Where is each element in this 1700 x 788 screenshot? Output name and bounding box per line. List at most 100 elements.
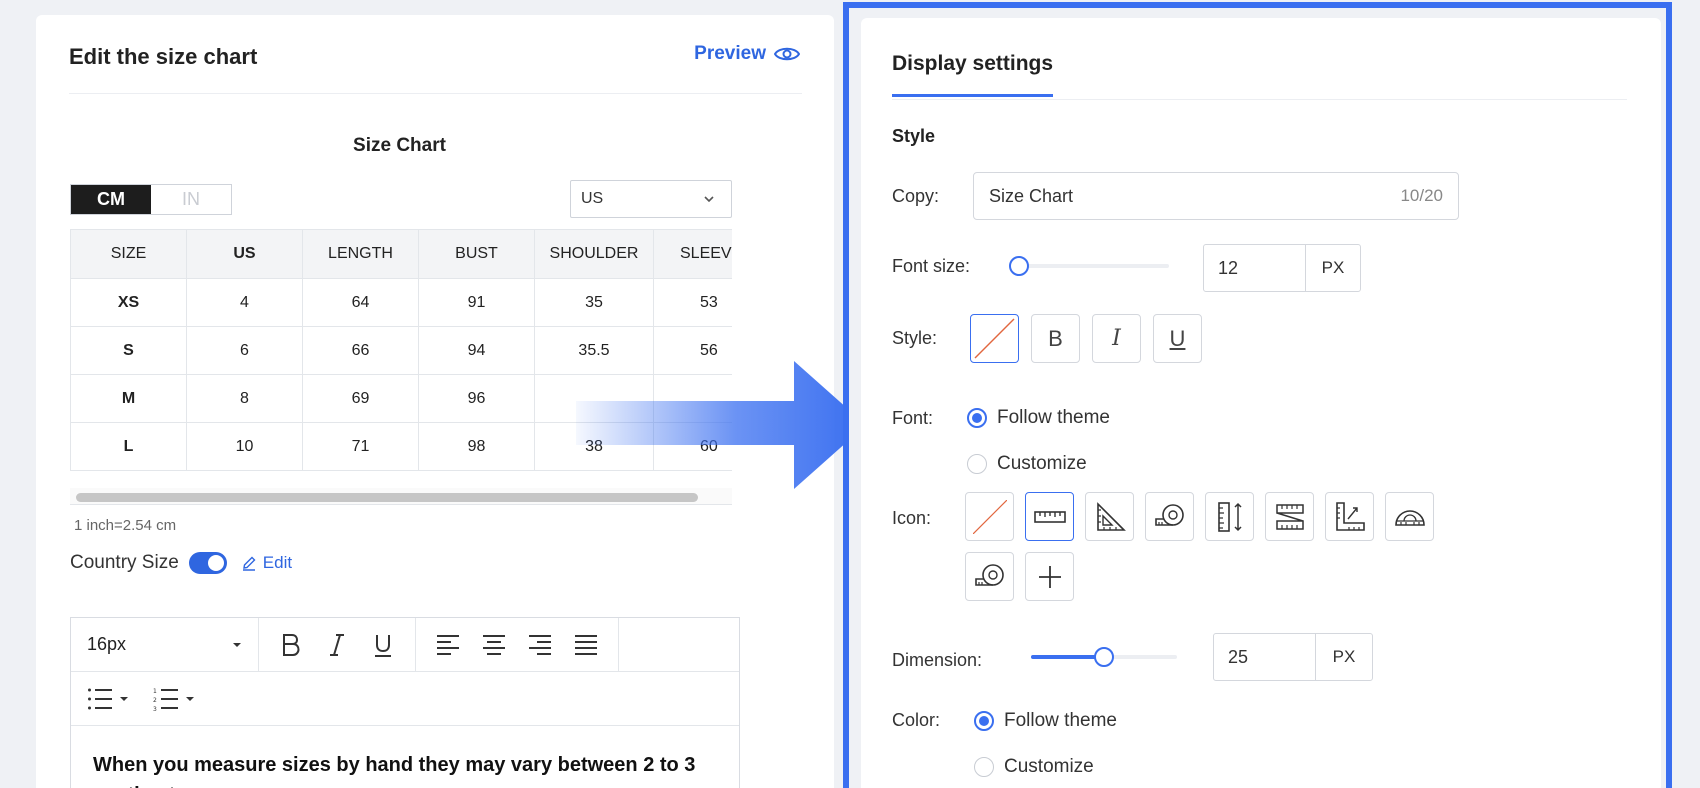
editor-content[interactable]: When you measure sizes by hand they may … [71,726,739,788]
font-size-slider-thumb[interactable] [1009,256,1029,276]
size-chart-editor-panel: Edit the size chart Preview Size Chart C… [36,15,866,788]
bullet-list-button[interactable] [87,687,129,711]
align-left-icon [437,634,459,655]
icon-option-vertical-ruler[interactable] [1205,492,1254,541]
protractor-icon [1394,509,1425,526]
ruler-icon [1033,510,1066,523]
underline-button[interactable] [365,627,401,663]
font-follow-theme-option[interactable]: Follow theme [967,407,1110,429]
table-cell: 96 [418,374,535,423]
icon-option-tape-measure[interactable] [1145,492,1194,541]
table-horizontal-scrollbar[interactable] [76,493,698,502]
icon-option-square-ruler[interactable] [1325,492,1374,541]
table-cell: 10 [186,422,303,471]
font-label: Font: [892,408,934,428]
icon-option-measure-tape-strip[interactable] [1265,492,1314,541]
style-italic-button[interactable]: I [1092,314,1141,363]
size-chart-title: Size Chart [353,135,446,156]
tape-reel-icon [974,563,1004,586]
font-size-input[interactable]: 12 PX [1203,244,1361,292]
underline-icon [375,634,391,657]
add-icon-button[interactable] [1025,552,1074,601]
icon-option-tape-reel[interactable] [965,552,1014,601]
icon-option-ruler[interactable] [1025,492,1074,541]
country-size-toggle[interactable] [188,552,227,574]
icon-option-protractor[interactable] [1385,492,1434,541]
table-cell: 71 [302,422,419,471]
table-cell: S [70,326,187,375]
page-title: Edit the size chart [69,44,258,69]
copy-input[interactable]: Size Chart 10/20 [973,172,1459,220]
copy-char-counter: 10/20 [1400,186,1443,205]
edit-label: Edit [262,553,293,572]
svg-text:1: 1 [153,688,157,695]
display-settings-highlight: Display settings Style Copy: Size Chart … [843,2,1672,788]
font-customize-radio[interactable] [967,454,987,474]
table-cell: 53 [653,278,732,327]
table-cell: 35 [534,278,654,327]
style-underline-button[interactable]: U [1153,314,1202,363]
arrow-right-icon [576,361,866,489]
unit-in-button[interactable]: IN [151,185,231,214]
font-size-slider[interactable] [1009,256,1169,276]
tab-display-settings[interactable]: Display settings [892,52,1054,97]
align-center-button[interactable] [476,627,512,663]
font-follow-theme-radio[interactable] [967,408,987,428]
style-bold-button[interactable]: B [1031,314,1080,363]
chevron-down-icon [704,196,714,203]
measure-tape-strip-icon [1275,503,1304,530]
color-customize-radio[interactable] [974,757,994,777]
caret-down-icon [233,642,241,647]
icon-option-none[interactable] [965,492,1014,541]
align-left-button[interactable] [430,627,466,663]
style-none-button[interactable] [970,314,1019,363]
preview-button[interactable]: Preview [694,43,800,65]
tape-measure-icon [1154,503,1184,526]
dimension-label: Dimension: [892,650,983,670]
eye-icon [774,47,800,61]
country-size-edit-button[interactable]: Edit [241,553,292,573]
set-square-icon [1096,501,1126,531]
svg-text:3: 3 [153,706,157,711]
table-cell: 64 [302,278,419,327]
italic-button[interactable] [319,627,355,663]
numbered-list-button[interactable]: 1 2 3 [153,687,195,711]
dimension-slider[interactable] [1031,647,1177,667]
align-justify-button[interactable] [568,627,604,663]
icon-option-set-square[interactable] [1085,492,1134,541]
rich-text-editor: 16px 1 2 3 When you measure sizes by han… [70,617,740,788]
color-customize-option[interactable]: Customize [974,756,1094,778]
font-size-label: Font size: [892,256,971,276]
conversion-note: 1 inch=2.54 cm [74,517,177,534]
dimension-unit: PX [1332,647,1356,666]
copy-label: Copy: [892,186,940,206]
font-customize-option[interactable]: Customize [967,453,1087,475]
style-buttons: B I U [970,314,1202,363]
unit-cm-button[interactable]: CM [71,185,151,214]
editor-toolbar-row-2: 1 2 3 [71,672,739,726]
bold-button[interactable] [273,627,309,663]
align-justify-icon [575,634,597,655]
dimension-input[interactable]: 25 PX [1213,633,1373,681]
pencil-icon [242,556,256,571]
font-size-input-value: 12 [1204,245,1306,291]
none-icon [974,318,1015,359]
none-icon [972,499,1007,534]
font-size-value: 16px [87,634,127,654]
color-follow-theme-radio[interactable] [974,711,994,731]
region-select[interactable]: US [570,180,732,218]
svg-text:2: 2 [153,697,157,704]
table-cell: 66 [302,326,419,375]
icon-label: Icon: [892,508,932,528]
table-cell: 69 [302,374,419,423]
font-follow-theme-label: Follow theme [997,407,1110,428]
color-follow-theme-option[interactable]: Follow theme [974,710,1117,732]
color-follow-theme-label: Follow theme [1004,710,1117,731]
align-right-button[interactable] [522,627,558,663]
table-cell: M [70,374,187,423]
copy-input-value: Size Chart [989,185,1074,206]
color-customize-label: Customize [1004,756,1094,777]
column-header: LENGTH [302,229,419,279]
dimension-slider-thumb[interactable] [1094,647,1114,667]
font-size-select[interactable]: 16px [71,618,259,671]
